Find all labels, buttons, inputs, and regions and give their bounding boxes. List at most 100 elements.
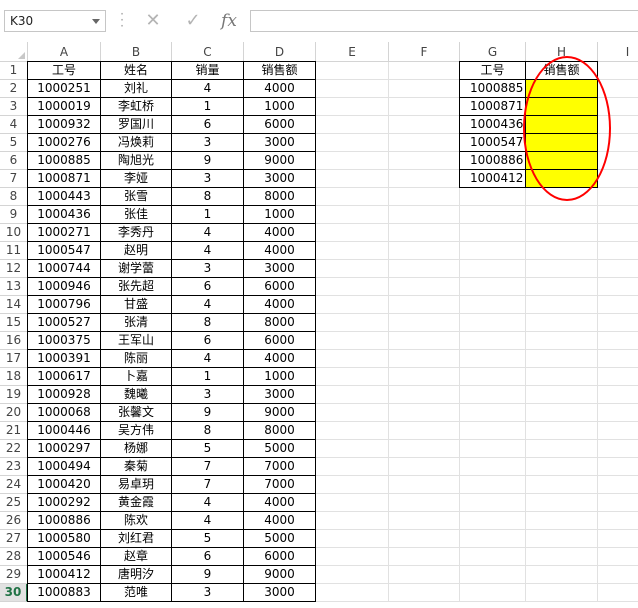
grid-cell[interactable] bbox=[316, 494, 389, 512]
grid-cell[interactable] bbox=[389, 548, 460, 566]
grid-cell[interactable] bbox=[598, 350, 638, 368]
table-cell[interactable]: 吴方伟 bbox=[101, 422, 172, 440]
grid-cell[interactable] bbox=[316, 332, 389, 350]
table-cell[interactable]: 1000436 bbox=[28, 206, 101, 224]
grid-cell[interactable] bbox=[316, 404, 389, 422]
row-header-26[interactable]: 26 bbox=[0, 512, 28, 530]
grid-cell[interactable] bbox=[526, 512, 598, 530]
grid-cell[interactable] bbox=[389, 224, 460, 242]
grid-cell[interactable] bbox=[598, 404, 638, 422]
table-cell[interactable]: 罗国川 bbox=[101, 116, 172, 134]
grid-cell[interactable] bbox=[460, 278, 526, 296]
column-header-g[interactable]: G bbox=[460, 42, 526, 62]
grid-cell[interactable] bbox=[389, 170, 460, 188]
table-cell[interactable]: 3 bbox=[172, 386, 244, 404]
grid-cell[interactable] bbox=[460, 314, 526, 332]
grid-cell[interactable] bbox=[460, 584, 526, 602]
grid-cell[interactable] bbox=[460, 494, 526, 512]
grid-cell[interactable] bbox=[389, 494, 460, 512]
row-header-1[interactable]: 1 bbox=[0, 62, 28, 80]
table-cell[interactable]: 1 bbox=[172, 368, 244, 386]
grid-cell[interactable] bbox=[460, 224, 526, 242]
grid-cell[interactable] bbox=[460, 206, 526, 224]
table-cell[interactable]: 赵章 bbox=[101, 548, 172, 566]
grid-cell[interactable] bbox=[460, 440, 526, 458]
grid-cell[interactable] bbox=[598, 260, 638, 278]
grid-cell[interactable] bbox=[316, 512, 389, 530]
table-cell[interactable]: 王军山 bbox=[101, 332, 172, 350]
table-cell[interactable]: 张馨文 bbox=[101, 404, 172, 422]
grid-cell[interactable] bbox=[316, 422, 389, 440]
grid-cell[interactable] bbox=[526, 566, 598, 584]
table-cell[interactable]: 1000580 bbox=[28, 530, 101, 548]
row-header-8[interactable]: 8 bbox=[0, 188, 28, 206]
table-cell[interactable]: 6000 bbox=[244, 278, 316, 296]
table-cell[interactable]: 7000 bbox=[244, 458, 316, 476]
row-header-29[interactable]: 29 bbox=[0, 566, 28, 584]
grid-cell[interactable] bbox=[389, 332, 460, 350]
grid-cell[interactable] bbox=[389, 152, 460, 170]
table-cell[interactable]: 甘盛 bbox=[101, 296, 172, 314]
grid-cell[interactable] bbox=[526, 476, 598, 494]
table-cell[interactable]: 6 bbox=[172, 116, 244, 134]
table-cell[interactable]: 4 bbox=[172, 80, 244, 98]
table-cell[interactable]: 1000391 bbox=[28, 350, 101, 368]
table-cell[interactable]: 1000271 bbox=[28, 224, 101, 242]
grid-cell[interactable] bbox=[598, 512, 638, 530]
grid-cell[interactable] bbox=[460, 512, 526, 530]
row-header-28[interactable]: 28 bbox=[0, 548, 28, 566]
row-header-24[interactable]: 24 bbox=[0, 476, 28, 494]
row-header-21[interactable]: 21 bbox=[0, 422, 28, 440]
lookup-id-cell[interactable]: 1000436 bbox=[460, 116, 526, 134]
table-cell[interactable]: 8000 bbox=[244, 188, 316, 206]
table-cell[interactable]: 卜嘉 bbox=[101, 368, 172, 386]
column-header-i[interactable]: I bbox=[598, 42, 638, 62]
grid-cell[interactable] bbox=[316, 170, 389, 188]
grid-cell[interactable] bbox=[389, 260, 460, 278]
table-cell[interactable]: 7 bbox=[172, 476, 244, 494]
table-cell[interactable]: 1 bbox=[172, 98, 244, 116]
table-cell[interactable]: 4000 bbox=[244, 224, 316, 242]
row-header-12[interactable]: 12 bbox=[0, 260, 28, 278]
table-cell[interactable]: 范唯 bbox=[101, 584, 172, 602]
table-cell[interactable]: 陶旭光 bbox=[101, 152, 172, 170]
table-cell[interactable]: 7 bbox=[172, 458, 244, 476]
formula-input[interactable] bbox=[250, 10, 638, 32]
grid-cell[interactable] bbox=[460, 242, 526, 260]
table-cell[interactable]: 3000 bbox=[244, 584, 316, 602]
grid-cell[interactable] bbox=[460, 422, 526, 440]
table-cell[interactable]: 1000617 bbox=[28, 368, 101, 386]
table-cell[interactable]: 8000 bbox=[244, 422, 316, 440]
table-cell[interactable]: 1000 bbox=[244, 368, 316, 386]
table-cell[interactable]: 魏曦 bbox=[101, 386, 172, 404]
grid-cell[interactable] bbox=[389, 386, 460, 404]
grid-cell[interactable] bbox=[598, 188, 638, 206]
grid-cell[interactable] bbox=[316, 530, 389, 548]
table-cell[interactable]: 6 bbox=[172, 278, 244, 296]
grid-cell[interactable] bbox=[316, 98, 389, 116]
table-cell[interactable]: 唐明汐 bbox=[101, 566, 172, 584]
grid-cell[interactable] bbox=[598, 368, 638, 386]
grid-cell[interactable] bbox=[389, 458, 460, 476]
table-cell[interactable]: 8 bbox=[172, 422, 244, 440]
table-cell[interactable]: 1000885 bbox=[28, 152, 101, 170]
table-cell[interactable]: 赵明 bbox=[101, 242, 172, 260]
grid-cell[interactable] bbox=[526, 296, 598, 314]
table-cell[interactable]: 张佳 bbox=[101, 206, 172, 224]
grid-cell[interactable] bbox=[316, 62, 389, 80]
grid-cell[interactable] bbox=[316, 584, 389, 602]
table-cell[interactable]: 3 bbox=[172, 584, 244, 602]
table-cell[interactable]: 陈丽 bbox=[101, 350, 172, 368]
grid-cell[interactable] bbox=[598, 584, 638, 602]
grid-cell[interactable] bbox=[460, 458, 526, 476]
grid-cell[interactable] bbox=[526, 206, 598, 224]
grid-cell[interactable] bbox=[316, 368, 389, 386]
table-cell[interactable]: 4 bbox=[172, 494, 244, 512]
grid-cell[interactable] bbox=[598, 278, 638, 296]
table-cell[interactable]: 1000276 bbox=[28, 134, 101, 152]
grid-cell[interactable] bbox=[598, 458, 638, 476]
table-cell[interactable]: 冯焕莉 bbox=[101, 134, 172, 152]
table-header-cell[interactable]: 销量 bbox=[172, 62, 244, 80]
table-cell[interactable]: 1000527 bbox=[28, 314, 101, 332]
column-header-d[interactable]: D bbox=[244, 42, 316, 62]
